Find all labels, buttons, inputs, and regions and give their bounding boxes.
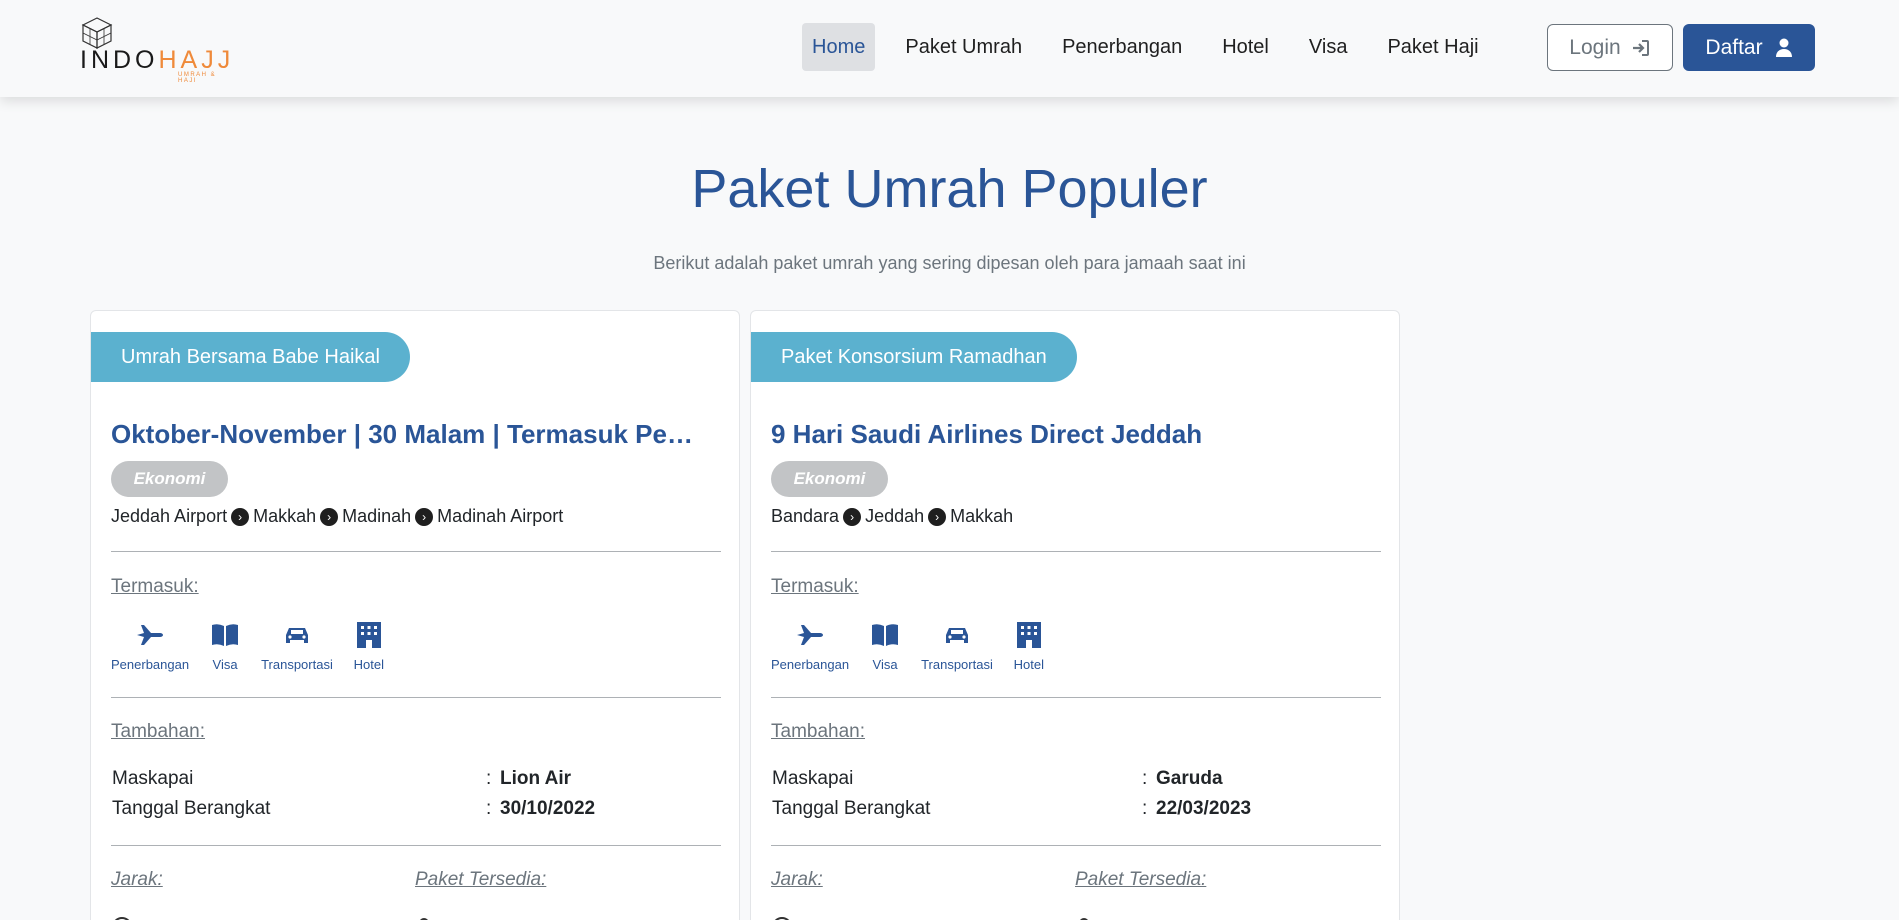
includes-label: Termasuk: (771, 576, 859, 597)
airline-value: Garuda (1156, 768, 1223, 789)
airline-value: Lion Air (500, 768, 572, 789)
hotel-icon (356, 622, 381, 648)
brand-tagline: UMRAH & HAJI (178, 72, 217, 84)
chevron-right-icon: › (843, 507, 862, 526)
nav-item-paket-haji[interactable]: Paket Haji (1377, 23, 1488, 71)
login-label: Login (1569, 35, 1621, 59)
divider (771, 845, 1381, 846)
clock-icon (774, 917, 790, 920)
package-card[interactable]: Paket Konsorsium Ramadhan 9 Hari Saudi A… (750, 310, 1400, 920)
available-label: Paket Tersedia: (1075, 869, 1207, 890)
distance-label: Jarak: (111, 869, 163, 890)
chevron-right-icon: › (320, 507, 339, 526)
package-title[interactable]: Oktober-November | 30 Malam | Termasuk P… (111, 419, 721, 450)
route-stop: Makkah (253, 506, 317, 526)
include-item: Visa (869, 619, 901, 672)
distance-label: Jarak: (771, 869, 823, 890)
nav-item-penerbangan[interactable]: Penerbangan (1052, 23, 1192, 71)
class-badge: Ekonomi (771, 461, 888, 497)
car-icon (285, 628, 308, 643)
register-label: Daftar (1705, 35, 1763, 59)
user-icon (1775, 38, 1792, 57)
section-subtitle: Berikut adalah paket umrah yang sering d… (653, 253, 1246, 273)
cube-logo-icon (81, 17, 113, 49)
includes-list: Penerbangan Visa Transportasi Hotel (771, 619, 1045, 672)
include-item: Penerbangan (771, 619, 849, 672)
include-item: Visa (209, 619, 241, 672)
chevron-right-icon: › (231, 507, 250, 526)
includes-list: Penerbangan Visa Transportasi Hotel (111, 619, 385, 672)
sign-in-icon (1632, 39, 1649, 56)
brand-logo[interactable]: INDOHAJJ UMRAH & HAJI (80, 16, 230, 84)
route-stop: Makkah (950, 506, 1014, 526)
include-item: Transportasi (921, 619, 993, 672)
login-button[interactable]: Login (1547, 24, 1673, 71)
departure-label: Tanggal Berangkat (112, 798, 271, 819)
route: Bandara › Jeddah › Makkah (771, 506, 1013, 527)
chevron-right-icon: › (928, 507, 947, 526)
navbar: INDOHAJJ UMRAH & HAJI Home Paket Umrah P… (0, 0, 1899, 97)
route: Jeddah Airport › Makkah › Madinah › Madi… (111, 506, 563, 527)
include-item: Penerbangan (111, 619, 189, 672)
plane-icon (797, 625, 824, 645)
hotel-icon (1016, 622, 1041, 648)
book-icon (872, 624, 899, 646)
nav-item-home[interactable]: Home (802, 23, 876, 71)
divider (111, 845, 721, 846)
nav-links: Home Paket Umrah Penerbangan Hotel Visa … (802, 23, 1509, 71)
departure-label: Tanggal Berangkat (772, 798, 931, 819)
nav-item-paket-umrah[interactable]: Paket Umrah (895, 23, 1032, 71)
car-icon (945, 628, 968, 643)
include-item: Transportasi (261, 619, 333, 672)
package-card[interactable]: Umrah Bersama Babe Haikal Oktober-Novemb… (90, 310, 740, 920)
airline-label: Maskapai (772, 768, 854, 789)
include-item: Hotel (353, 619, 385, 672)
clock-icon (114, 917, 130, 920)
departure-value: 22/03/2023 (1156, 798, 1252, 819)
book-icon (212, 624, 239, 646)
route-stop: Bandara (771, 506, 840, 526)
user-icon (420, 918, 428, 920)
route-stop: Madinah Airport (437, 506, 564, 526)
route-stop: Madinah (342, 506, 412, 526)
section-title: Paket Umrah Populer (691, 159, 1208, 219)
divider (771, 697, 1381, 698)
package-title[interactable]: 9 Hari Saudi Airlines Direct Jeddah (771, 419, 1381, 450)
departure-value: 30/10/2022 (500, 798, 596, 819)
class-badge: Ekonomi (111, 461, 228, 497)
plane-icon (137, 625, 164, 645)
register-button[interactable]: Daftar (1683, 24, 1815, 71)
package-tag: Umrah Bersama Babe Haikal (91, 332, 410, 382)
airline-label: Maskapai (112, 768, 194, 789)
route-stop: Jeddah (865, 506, 925, 526)
chevron-right-icon: › (415, 507, 434, 526)
route-stop: Jeddah Airport (111, 506, 228, 526)
brand-name: INDOHAJJ (80, 46, 235, 74)
nav-item-hotel[interactable]: Hotel (1212, 23, 1279, 71)
extras-label: Tambahan: (111, 721, 206, 742)
includes-label: Termasuk: (111, 576, 199, 597)
divider (111, 551, 721, 552)
user-icon (1080, 918, 1088, 920)
extras-label: Tambahan: (771, 721, 866, 742)
include-item: Hotel (1013, 619, 1045, 672)
nav-item-visa[interactable]: Visa (1299, 23, 1358, 71)
package-tag: Paket Konsorsium Ramadhan (751, 332, 1077, 382)
available-label: Paket Tersedia: (415, 869, 547, 890)
divider (111, 697, 721, 698)
divider (771, 551, 1381, 552)
